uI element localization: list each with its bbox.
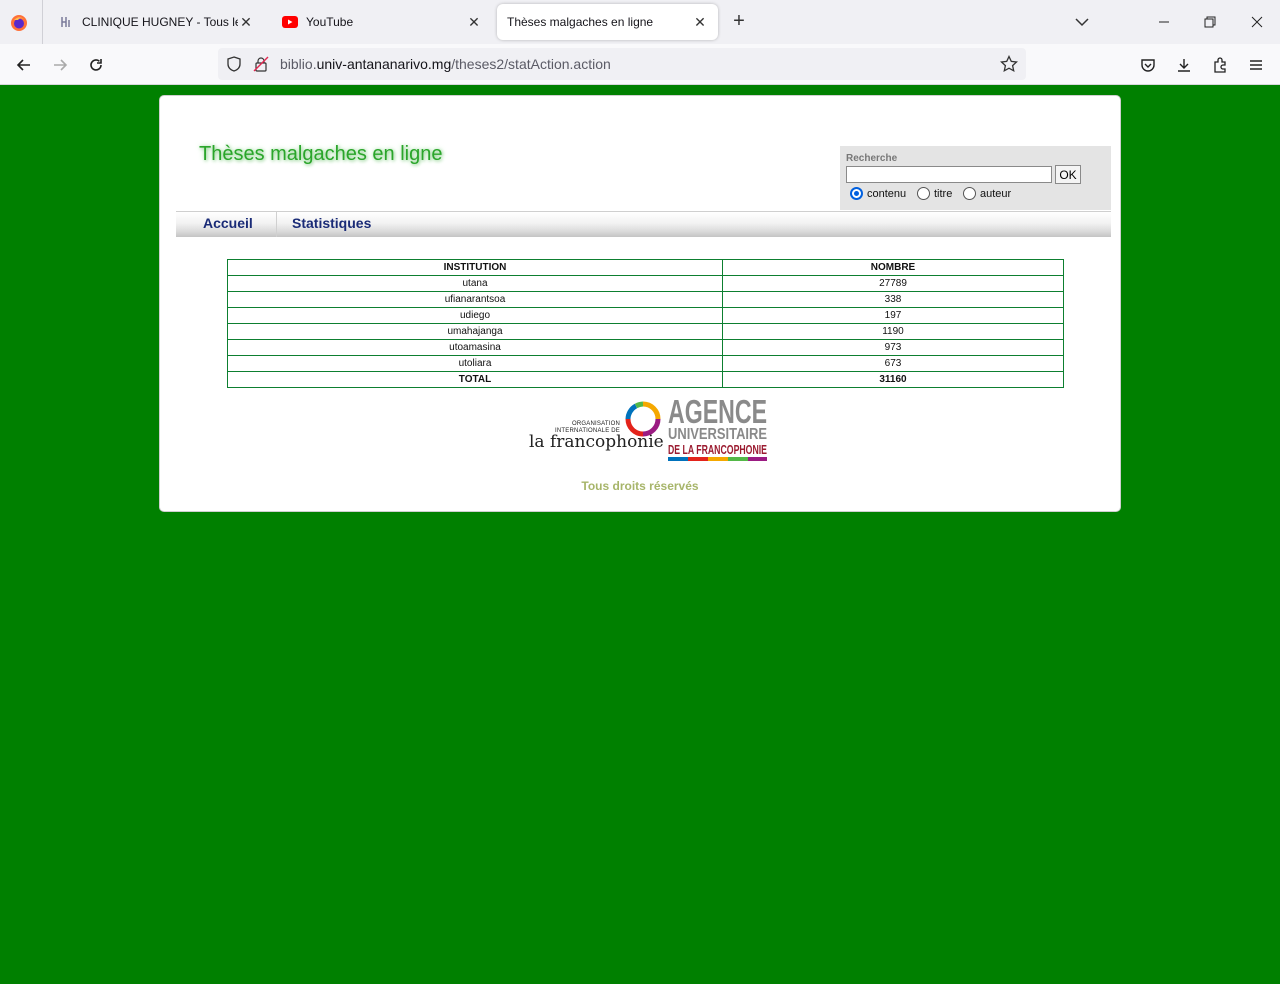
column-header-nombre: NOMBRE bbox=[722, 259, 1064, 276]
institution-cell: utoliara bbox=[227, 355, 723, 372]
institution-cell: utoamasina bbox=[227, 339, 723, 356]
radio-titre[interactable]: titre bbox=[917, 187, 952, 200]
extensions-icon[interactable] bbox=[1209, 54, 1231, 76]
auf-logo-line: AGENCE bbox=[668, 393, 767, 430]
youtube-icon bbox=[282, 14, 298, 30]
browser-nav-bar: biblio.univ-antananarivo.mg/theses2/stat… bbox=[0, 44, 1280, 85]
institution-cell: udiego bbox=[227, 307, 723, 324]
table-row: umahajanga 1190 bbox=[227, 323, 1064, 340]
page-title: Thèses malgaches en ligne bbox=[199, 143, 443, 165]
statistics-table: INSTITUTION NOMBRE utana 27789 ufianaran… bbox=[227, 259, 1064, 388]
table-row: udiego 197 bbox=[227, 307, 1064, 324]
total-value: 31160 bbox=[722, 371, 1064, 388]
back-arrow-icon[interactable] bbox=[13, 54, 35, 76]
francophonie-logo: ORGANISATION INTERNATIONALE DE la franco… bbox=[528, 396, 664, 456]
radio-unselected-icon[interactable] bbox=[963, 187, 976, 200]
institution-cell: umahajanga bbox=[227, 323, 723, 340]
table-total-row: TOTAL 31160 bbox=[227, 371, 1064, 388]
search-ok-button[interactable]: OK bbox=[1055, 165, 1081, 184]
search-box: Recherche OK contenu titre auteur bbox=[840, 146, 1111, 210]
nombre-cell: 973 bbox=[722, 339, 1064, 356]
tab-clinique[interactable]: CLINIQUE HUGNEY - Tous les fa ✕ bbox=[48, 4, 264, 40]
table-row: ufianarantsoa 338 bbox=[227, 291, 1064, 308]
table-row: utoamasina 973 bbox=[227, 339, 1064, 356]
close-tab-icon[interactable]: ✕ bbox=[466, 14, 482, 30]
insecure-lock-icon[interactable] bbox=[253, 56, 269, 72]
menu-hamburger-icon[interactable] bbox=[1245, 54, 1267, 76]
main-menu: Accueil Statistiques bbox=[176, 211, 1111, 237]
shield-icon[interactable] bbox=[226, 56, 242, 72]
table-row: utana 27789 bbox=[227, 275, 1064, 292]
nombre-cell: 1190 bbox=[722, 323, 1064, 340]
new-tab-button[interactable]: + bbox=[728, 11, 750, 33]
restore-icon[interactable] bbox=[1200, 12, 1220, 32]
bookmark-star-icon[interactable] bbox=[1000, 54, 1018, 73]
tab-title: CLINIQUE HUGNEY - Tous les fa bbox=[82, 15, 238, 29]
close-tab-icon[interactable]: ✕ bbox=[238, 14, 254, 30]
tab-title: Thèses malgaches en ligne bbox=[507, 15, 654, 29]
oif-logo-line: ORGANISATION bbox=[572, 421, 620, 427]
institution-cell: utana bbox=[227, 275, 723, 292]
radio-auteur[interactable]: auteur bbox=[963, 187, 1011, 200]
firefox-icon[interactable] bbox=[8, 12, 30, 34]
browser-tab-bar: CLINIQUE HUGNEY - Tous les fa ✕ YouTube … bbox=[0, 0, 1280, 44]
footer-copyright: Tous droits réservés bbox=[581, 479, 699, 493]
close-window-icon[interactable] bbox=[1247, 12, 1267, 32]
table-row: utoliara 673 bbox=[227, 355, 1064, 372]
forward-arrow-icon[interactable] bbox=[49, 54, 71, 76]
downloads-icon[interactable] bbox=[1173, 54, 1195, 76]
auf-logo-line: DE LA FRANCOPHONIE bbox=[668, 442, 767, 457]
menu-item-accueil[interactable]: Accueil bbox=[203, 215, 253, 231]
minimize-icon[interactable] bbox=[1154, 12, 1174, 32]
nombre-cell: 673 bbox=[722, 355, 1064, 372]
close-tab-icon[interactable]: ✕ bbox=[692, 14, 708, 30]
radio-selected-icon[interactable] bbox=[850, 187, 863, 200]
search-input[interactable] bbox=[846, 166, 1052, 183]
url-text[interactable]: biblio.univ-antananarivo.mg/theses2/stat… bbox=[280, 56, 611, 72]
nombre-cell: 27789 bbox=[722, 275, 1064, 292]
content-panel: Thèses malgaches en ligne Recherche OK c… bbox=[159, 95, 1121, 512]
clinique-favicon bbox=[58, 14, 74, 30]
column-header-institution: INSTITUTION bbox=[227, 259, 723, 276]
auf-logo-graphic: AGENCE UNIVERSITAIRE DE LA FRANCOPHONIE bbox=[668, 393, 767, 461]
nombre-cell: 338 bbox=[722, 291, 1064, 308]
tab-youtube[interactable]: YouTube ✕ bbox=[272, 4, 492, 40]
search-label: Recherche bbox=[846, 153, 898, 164]
radio-label: auteur bbox=[980, 187, 1012, 200]
reload-icon[interactable] bbox=[85, 54, 107, 76]
auf-logo: AGENCE UNIVERSITAIRE DE LA FRANCOPHONIE bbox=[667, 392, 769, 464]
menu-divider bbox=[276, 212, 277, 237]
menu-item-statistiques[interactable]: Statistiques bbox=[292, 215, 371, 231]
radio-contenu[interactable]: contenu bbox=[850, 187, 906, 200]
table-header-row: INSTITUTION NOMBRE bbox=[227, 259, 1064, 276]
url-bar[interactable]: biblio.univ-antananarivo.mg/theses2/stat… bbox=[218, 48, 1026, 80]
nombre-cell: 197 bbox=[722, 307, 1064, 324]
list-tabs-chevron-icon[interactable] bbox=[1072, 12, 1092, 32]
radio-label: contenu bbox=[867, 187, 907, 200]
radio-unselected-icon[interactable] bbox=[917, 187, 930, 200]
tab-separator bbox=[42, 0, 43, 44]
auf-logo-line: UNIVERSITAIRE bbox=[668, 426, 767, 443]
tab-theses[interactable]: Thèses malgaches en ligne ✕ bbox=[497, 4, 718, 40]
oif-logo-name: la francophonie bbox=[529, 432, 664, 452]
pocket-icon[interactable] bbox=[1137, 54, 1159, 76]
total-label: TOTAL bbox=[227, 371, 723, 388]
radio-label: titre bbox=[934, 187, 953, 200]
institution-cell: ufianarantsoa bbox=[227, 291, 723, 308]
tab-title: YouTube bbox=[306, 15, 354, 29]
